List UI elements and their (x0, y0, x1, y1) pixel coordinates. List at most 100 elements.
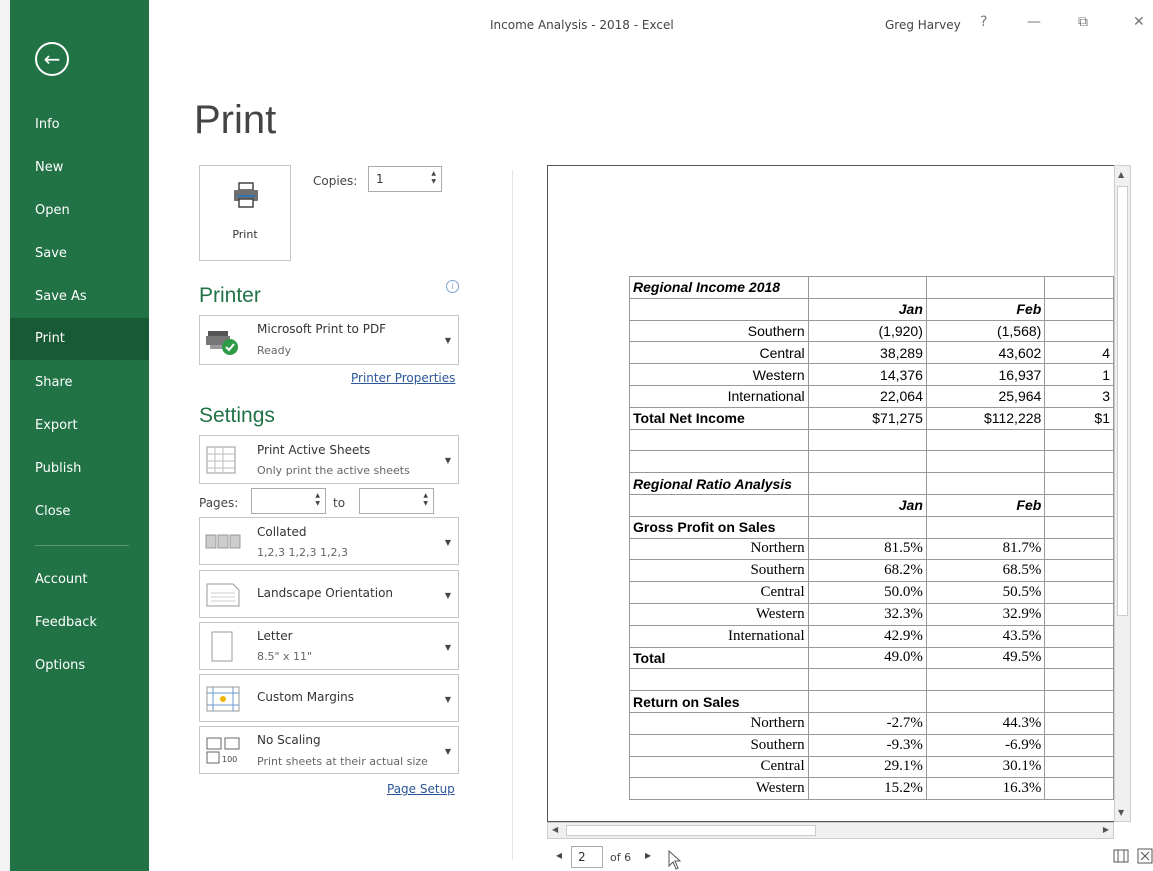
sheet-value-cell: -9.3% (807, 733, 927, 757)
scroll-left-icon[interactable]: ◀ (552, 825, 558, 834)
settings-heading: Settings (199, 404, 275, 427)
vertical-scroll-thumb[interactable] (1117, 186, 1128, 616)
orientation-dropdown[interactable]: Landscape Orientation ▼ (199, 570, 459, 618)
preview-horizontal-scrollbar[interactable]: ◀ ▶ (547, 822, 1114, 839)
sheet-label-cell: International (629, 384, 809, 408)
sidebar-item-save[interactable]: Save (10, 234, 149, 274)
collation-subtitle: 1,2,3 1,2,3 1,2,3 (257, 546, 348, 559)
preview-vertical-scrollbar[interactable]: ▲ ▼ (1114, 165, 1131, 822)
sheet-value-cell (925, 668, 1046, 692)
sheet-value-cell (925, 690, 1046, 713)
sidebar-item-info[interactable]: Info (10, 105, 149, 145)
sheet-label-cell: Return on Sales (629, 690, 809, 713)
scroll-right-icon[interactable]: ▶ (1103, 825, 1109, 834)
sidebar-item-export[interactable]: Export (10, 406, 149, 446)
info-icon[interactable]: i (446, 280, 459, 293)
sheet-row: Return on Sales (629, 690, 1114, 713)
sheet-row: Gross Profit on Sales (629, 515, 1114, 539)
sidebar-item-close[interactable]: Close (10, 492, 149, 532)
previous-page-icon[interactable]: ◂ (556, 848, 562, 862)
copies-input[interactable]: 1 ▲ ▼ (368, 166, 442, 192)
sheet-value-cell (1044, 777, 1114, 801)
sheet-label-cell: Western (629, 602, 809, 626)
sidebar-item-feedback[interactable]: Feedback (10, 603, 149, 643)
paper-size-title: Letter (257, 629, 293, 643)
sidebar-item-account[interactable]: Account (10, 560, 149, 600)
sheet-label-cell (629, 668, 809, 692)
sheet-value-cell (1044, 297, 1114, 321)
close-icon[interactable]: ✕ (1133, 14, 1145, 30)
printer-properties-link[interactable]: Printer Properties (351, 371, 455, 385)
sheet-value-cell: 50.0% (807, 581, 927, 604)
sheet-value-cell: 50.5% (925, 581, 1046, 604)
sheet-value-cell (807, 450, 927, 474)
scaling-dropdown[interactable]: 100 No Scaling Print sheets at their act… (199, 726, 459, 774)
horizontal-scroll-thumb[interactable] (566, 825, 816, 836)
sidebar-item-print[interactable]: Print (10, 318, 149, 360)
sidebar-item-save-as[interactable]: Save As (10, 277, 149, 317)
sheet-row: Central 38,289 43,602 4 (629, 341, 1114, 365)
sheet-value-cell (1044, 624, 1114, 648)
sheet-row (629, 450, 1114, 474)
sheet-value-cell: (1,568) (925, 319, 1046, 343)
sheet-row: Regional Income 2018 (629, 276, 1114, 299)
sheet-value-cell: 81.5% (807, 537, 927, 561)
sidebar-item-new[interactable]: New (10, 148, 149, 188)
sidebar-divider (35, 545, 129, 546)
zoom-to-page-icon[interactable] (1137, 848, 1153, 864)
account-name[interactable]: Greg Harvey (885, 18, 961, 32)
print-what-dropdown[interactable]: Print Active Sheets Only print the activ… (199, 435, 459, 484)
sheet-value-cell (1044, 711, 1114, 735)
sheet-label-cell: Southern (629, 559, 809, 583)
scroll-up-icon[interactable]: ▲ (1118, 170, 1124, 179)
scroll-down-icon[interactable]: ▼ (1118, 808, 1124, 817)
paper-size-subtitle: 8.5" x 11" (257, 650, 313, 663)
pages-from-spinner-icon[interactable]: ▲ ▼ (315, 492, 320, 508)
minimize-icon[interactable]: — (1027, 14, 1041, 30)
copies-spinner-icon[interactable]: ▲ ▼ (431, 170, 436, 186)
printer-status: Ready (257, 344, 292, 357)
paper-size-dropdown[interactable]: Letter 8.5" x 11" ▼ (199, 622, 459, 670)
collation-dropdown[interactable]: Collated 1,2,3 1,2,3 1,2,3 ▼ (199, 517, 459, 565)
sidebar-item-publish[interactable]: Publish (10, 449, 149, 489)
help-icon[interactable]: ? (980, 14, 987, 30)
margins-title: Custom Margins (257, 690, 355, 704)
show-margins-icon[interactable] (1113, 848, 1129, 864)
preview-sheet-table: Regional Income 2018 Jan Feb Southern (1,920… (629, 276, 1114, 801)
sheet-row (629, 428, 1114, 452)
sheet-row: Regional Ratio Analysis (629, 472, 1114, 495)
printer-dropdown[interactable]: Microsoft Print to PDF Ready ▼ (199, 315, 459, 365)
sheet-label-cell (629, 428, 809, 452)
orientation-title: Landscape Orientation (257, 586, 394, 600)
print-button[interactable]: Print (199, 165, 291, 261)
svg-text:100: 100 (222, 755, 237, 764)
restore-icon[interactable]: ⧉ (1078, 14, 1088, 30)
sheet-label-cell: Gross Profit on Sales (629, 515, 809, 539)
sheet-label-cell: Northern (629, 711, 809, 735)
current-page-input[interactable]: 2 (571, 846, 603, 868)
page-setup-link[interactable]: Page Setup (387, 782, 455, 796)
sidebar-item-share[interactable]: Share (10, 363, 149, 403)
sheet-row: International 42.9% 43.5% (629, 624, 1114, 648)
pages-from-input[interactable]: ▲ ▼ (251, 488, 326, 514)
sheet-value-cell: $71,275 (807, 406, 927, 430)
sheet-label-cell: Central (629, 341, 809, 365)
sheet-value-cell: -6.9% (925, 733, 1046, 757)
next-page-icon[interactable]: ▸ (645, 848, 651, 862)
back-arrow-icon[interactable]: ← (35, 42, 69, 76)
chevron-down-icon: ▼ (444, 591, 451, 600)
sheet-value-cell (807, 276, 927, 299)
sidebar-item-options[interactable]: Options (10, 646, 149, 686)
landscape-page-icon (206, 583, 240, 607)
sheet-label-cell: Total Net Income (629, 406, 809, 430)
margins-dropdown[interactable]: Custom Margins ▼ (199, 674, 459, 722)
sidebar-item-open[interactable]: Open (10, 191, 149, 231)
sheet-value-cell (1044, 646, 1114, 670)
sheet-row: Northern -2.7% 44.3% (629, 711, 1114, 735)
sheet-value-cell: 30.1% (925, 755, 1046, 779)
pages-to-spinner-icon[interactable]: ▲ ▼ (423, 492, 428, 508)
sheet-value-cell: 32.3% (807, 602, 927, 626)
window-title: Income Analysis - 2018 - Excel (490, 18, 674, 32)
printer-status-icon (206, 331, 238, 355)
pages-to-input[interactable]: ▲ ▼ (359, 488, 434, 514)
